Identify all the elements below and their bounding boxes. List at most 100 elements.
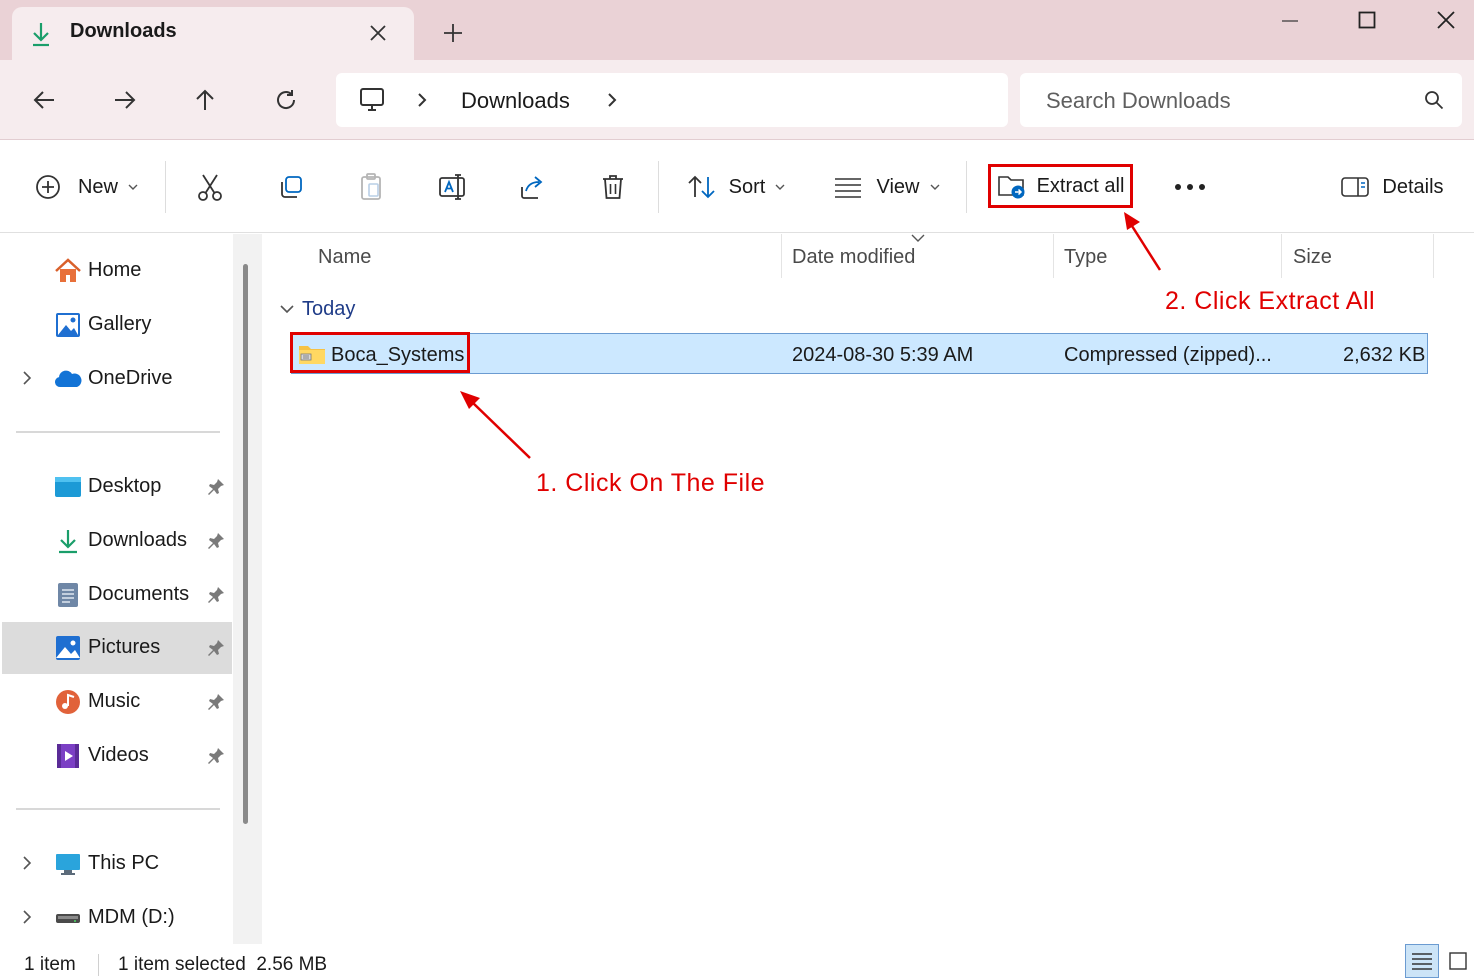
column-divider[interactable]: [1433, 234, 1434, 278]
sidebar-item-mdm-drive[interactable]: MDM (D:): [2, 892, 232, 944]
more-options-button[interactable]: [1166, 161, 1214, 213]
chevron-right-icon[interactable]: [22, 856, 32, 870]
plus-circle-icon: [34, 173, 62, 201]
pin-icon[interactable]: [206, 585, 226, 605]
address-bar[interactable]: Downloads: [336, 73, 1008, 127]
column-header-type[interactable]: Type: [1064, 246, 1107, 269]
column-divider[interactable]: [1281, 234, 1282, 278]
videos-icon: [54, 742, 82, 770]
navigation-pane: Home Gallery OneDrive Desktop Downloads: [0, 234, 262, 944]
breadcrumb-downloads[interactable]: Downloads: [461, 88, 570, 114]
command-bar: New Sort View Extract all Details: [0, 141, 1474, 233]
downloads-icon: [54, 527, 82, 555]
minimize-button[interactable]: [1250, 0, 1330, 40]
gallery-icon: [54, 311, 82, 339]
collapse-group-chevron-icon[interactable]: [280, 304, 294, 314]
cut-button[interactable]: [186, 161, 234, 213]
table-row[interactable]: Boca_Systems 2024-08-30 5:39 AM Compress…: [290, 332, 1428, 374]
breadcrumb-chevron-icon[interactable]: [416, 92, 428, 108]
tab-title: Downloads: [70, 20, 177, 42]
search-placeholder: Search Downloads: [1046, 88, 1231, 113]
group-header-today[interactable]: Today: [302, 298, 355, 321]
pictures-icon: [54, 634, 82, 662]
rename-button[interactable]: [428, 161, 476, 213]
search-input[interactable]: Search Downloads: [1020, 73, 1462, 127]
pin-icon[interactable]: [206, 638, 226, 658]
extract-all-button[interactable]: Extract all: [988, 164, 1133, 208]
sidebar-item-pictures[interactable]: Pictures: [2, 622, 232, 674]
details-button[interactable]: Details: [1336, 161, 1448, 213]
download-arrow-icon: [30, 21, 52, 47]
sidebar-item-label: Music: [88, 690, 141, 712]
paste-button[interactable]: [347, 161, 395, 213]
new-button[interactable]: New: [30, 161, 142, 213]
annotation-step-1: 1. Click On The File: [536, 469, 766, 497]
file-name[interactable]: Boca_Systems: [331, 344, 464, 367]
sidebar-item-label: Desktop: [88, 475, 162, 497]
sidebar-item-label: Videos: [88, 744, 149, 766]
pin-icon[interactable]: [206, 692, 226, 712]
sort-button[interactable]: Sort: [680, 161, 792, 213]
view-button[interactable]: View: [828, 161, 944, 213]
navigation-bar: Downloads Search Downloads: [0, 60, 1474, 140]
sort-arrows-icon: [687, 174, 717, 200]
new-tab-plus-icon[interactable]: [442, 22, 464, 44]
extract-all-label: Extract all: [1036, 174, 1125, 197]
details-view-toggle[interactable]: [1405, 944, 1439, 978]
pin-icon[interactable]: [206, 746, 226, 766]
maximize-button[interactable]: [1327, 0, 1407, 40]
home-icon: [54, 257, 82, 285]
close-tab-icon[interactable]: [368, 23, 388, 43]
copy-icon: [277, 173, 305, 201]
view-lines-icon: [833, 176, 863, 198]
sidebar-item-desktop[interactable]: Desktop: [2, 461, 232, 513]
copy-button[interactable]: [267, 161, 315, 213]
status-divider: [98, 954, 99, 976]
file-list: Name Date modified Type Size Today Boca_…: [262, 234, 1474, 944]
sidebar-item-label: MDM (D:): [88, 906, 175, 928]
sidebar-item-music[interactable]: Music: [2, 676, 232, 728]
delete-button[interactable]: [589, 161, 637, 213]
tiles-view-toggle[interactable]: [1441, 944, 1474, 978]
view-label: View: [876, 175, 920, 198]
sidebar-divider: [16, 808, 220, 810]
share-button[interactable]: [508, 161, 556, 213]
tab-downloads[interactable]: Downloads: [12, 7, 414, 60]
details-pane-icon: [1340, 175, 1370, 199]
forward-button[interactable]: [101, 76, 149, 124]
sidebar-item-videos[interactable]: Videos: [2, 730, 232, 782]
chevron-right-icon[interactable]: [22, 371, 32, 385]
sidebar-divider: [16, 431, 220, 433]
pin-icon[interactable]: [206, 477, 226, 497]
pin-icon[interactable]: [206, 531, 226, 551]
column-divider[interactable]: [781, 234, 782, 278]
annotation-step-2: 2. Click Extract All: [1165, 287, 1376, 315]
refresh-button[interactable]: [262, 76, 310, 124]
sidebar-item-gallery[interactable]: Gallery: [2, 299, 232, 351]
column-header-size[interactable]: Size: [1293, 246, 1332, 269]
more-dots-icon: [1174, 183, 1206, 191]
chevron-right-icon[interactable]: [22, 910, 32, 924]
sidebar-item-onedrive[interactable]: OneDrive: [2, 353, 232, 405]
breadcrumb-chevron-icon[interactable]: [606, 92, 618, 108]
back-button[interactable]: [20, 76, 68, 124]
desktop-folder-icon: [54, 473, 82, 501]
tiles-view-icon: [1448, 951, 1468, 971]
column-divider[interactable]: [1053, 234, 1054, 278]
close-window-button[interactable]: [1406, 0, 1474, 40]
sidebar-item-this-pc[interactable]: This PC: [2, 838, 232, 890]
column-header-name[interactable]: Name: [318, 246, 371, 269]
sidebar-item-label: Gallery: [88, 313, 152, 335]
chevron-down-icon: [128, 183, 138, 191]
sidebar-item-documents[interactable]: Documents: [2, 569, 232, 621]
sidebar-item-downloads[interactable]: Downloads: [2, 515, 232, 567]
column-header-date-modified[interactable]: Date modified: [792, 246, 915, 269]
drive-icon: [54, 904, 82, 932]
sidebar-item-home[interactable]: Home: [2, 245, 232, 297]
sidebar-scrollbar[interactable]: [243, 264, 248, 824]
file-date-modified: 2024-08-30 5:39 AM: [792, 344, 974, 366]
file-type: Compressed (zipped)...: [1064, 344, 1272, 366]
separator: [658, 161, 659, 213]
up-button[interactable]: [181, 76, 229, 124]
item-count: 1 item: [24, 954, 76, 975]
